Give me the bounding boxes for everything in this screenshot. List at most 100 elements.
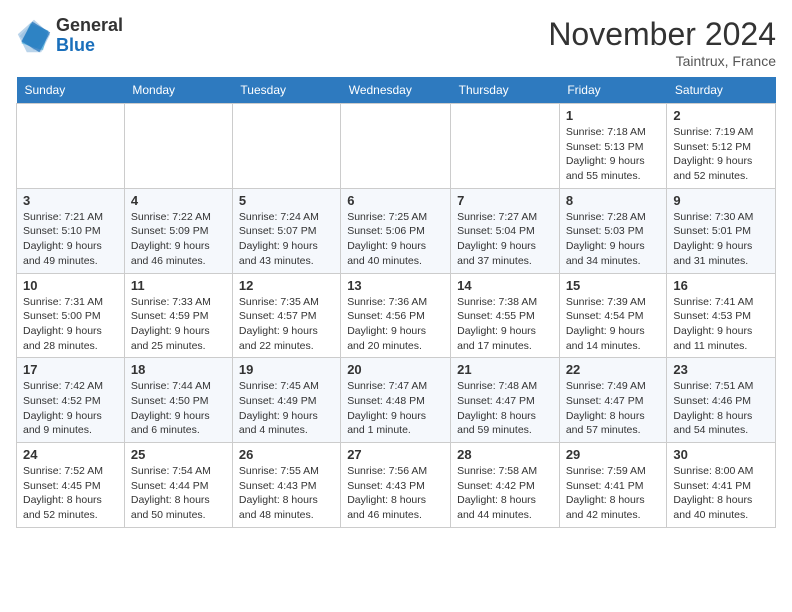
- calendar-cell: 19 Sunrise: 7:45 AMSunset: 4:49 PMDayligh…: [232, 358, 340, 443]
- day-info: Sunrise: 7:52 AMSunset: 4:45 PMDaylight:…: [23, 464, 118, 523]
- weekday-header: Thursday: [451, 77, 560, 104]
- calendar-cell: 7 Sunrise: 7:27 AMSunset: 5:04 PMDaylight…: [451, 188, 560, 273]
- day-number: 2: [673, 108, 769, 123]
- calendar-cell: 29 Sunrise: 7:59 AMSunset: 4:41 PMDayligh…: [559, 443, 667, 528]
- calendar-cell: 14 Sunrise: 7:38 AMSunset: 4:55 PMDayligh…: [451, 273, 560, 358]
- day-info: Sunrise: 7:33 AMSunset: 4:59 PMDaylight:…: [131, 295, 226, 354]
- calendar-cell: 4 Sunrise: 7:22 AMSunset: 5:09 PMDaylight…: [124, 188, 232, 273]
- day-info: Sunrise: 7:28 AMSunset: 5:03 PMDaylight:…: [566, 210, 661, 269]
- day-number: 7: [457, 193, 553, 208]
- day-number: 28: [457, 447, 553, 462]
- day-info: Sunrise: 7:55 AMSunset: 4:43 PMDaylight:…: [239, 464, 334, 523]
- calendar-cell: 15 Sunrise: 7:39 AMSunset: 4:54 PMDayligh…: [559, 273, 667, 358]
- calendar-cell: 20 Sunrise: 7:47 AMSunset: 4:48 PMDayligh…: [341, 358, 451, 443]
- day-info: Sunrise: 7:41 AMSunset: 4:53 PMDaylight:…: [673, 295, 769, 354]
- day-info: Sunrise: 8:00 AMSunset: 4:41 PMDaylight:…: [673, 464, 769, 523]
- day-info: Sunrise: 7:27 AMSunset: 5:04 PMDaylight:…: [457, 210, 553, 269]
- logo-text: General Blue: [56, 16, 123, 56]
- calendar-cell: 18Sunrise: 7:44 AMSunset: 4:50 PMDayligh…: [124, 358, 232, 443]
- day-number: 19: [239, 362, 334, 377]
- day-number: 20: [347, 362, 444, 377]
- day-info: Sunrise: 7:38 AMSunset: 4:55 PMDaylight:…: [457, 295, 553, 354]
- day-number: 14: [457, 278, 553, 293]
- day-number: 23: [673, 362, 769, 377]
- calendar-cell: [17, 104, 125, 189]
- day-info: Sunrise: 7:18 AMSunset: 5:13 PMDaylight:…: [566, 125, 661, 184]
- calendar-cell: 24Sunrise: 7:52 AMSunset: 4:45 PMDayligh…: [17, 443, 125, 528]
- weekday-header: Saturday: [667, 77, 776, 104]
- day-number: 9: [673, 193, 769, 208]
- calendar-week-row: 10Sunrise: 7:31 AMSunset: 5:00 PMDayligh…: [17, 273, 776, 358]
- day-info: Sunrise: 7:48 AMSunset: 4:47 PMDaylight:…: [457, 379, 553, 438]
- calendar-cell: 25 Sunrise: 7:54 AMSunset: 4:44 PMDayligh…: [124, 443, 232, 528]
- day-number: 17: [23, 362, 118, 377]
- day-info: Sunrise: 7:58 AMSunset: 4:42 PMDaylight:…: [457, 464, 553, 523]
- day-number: 11: [131, 278, 226, 293]
- page-header: General Blue November 2024 Taintrux, Fra…: [16, 16, 776, 69]
- day-number: 26: [239, 447, 334, 462]
- day-number: 25: [131, 447, 226, 462]
- calendar-week-row: 3 Sunrise: 7:21 AMSunset: 5:10 PMDaylight…: [17, 188, 776, 273]
- calendar-cell: 30Sunrise: 8:00 AMSunset: 4:41 PMDayligh…: [667, 443, 776, 528]
- weekday-header: Friday: [559, 77, 667, 104]
- day-info: Sunrise: 7:39 AMSunset: 4:54 PMDaylight:…: [566, 295, 661, 354]
- day-number: 8: [566, 193, 661, 208]
- calendar-cell: 28 Sunrise: 7:58 AMSunset: 4:42 PMDayligh…: [451, 443, 560, 528]
- calendar-cell: 6 Sunrise: 7:25 AMSunset: 5:06 PMDaylight…: [341, 188, 451, 273]
- calendar-cell: 16 Sunrise: 7:41 AMSunset: 4:53 PMDayligh…: [667, 273, 776, 358]
- day-number: 3: [23, 193, 118, 208]
- calendar-week-row: 1Sunrise: 7:18 AMSunset: 5:13 PMDaylight…: [17, 104, 776, 189]
- day-number: 29: [566, 447, 661, 462]
- day-number: 10: [23, 278, 118, 293]
- day-info: Sunrise: 7:56 AMSunset: 4:43 PMDaylight:…: [347, 464, 444, 523]
- calendar-cell: 5 Sunrise: 7:24 AMSunset: 5:07 PMDaylight…: [232, 188, 340, 273]
- day-info: Sunrise: 7:47 AMSunset: 4:48 PMDaylight:…: [347, 379, 444, 438]
- day-number: 5: [239, 193, 334, 208]
- calendar-cell: [124, 104, 232, 189]
- calendar-week-row: 17 Sunrise: 7:42 AMSunset: 4:52 PMDayligh…: [17, 358, 776, 443]
- day-number: 27: [347, 447, 444, 462]
- calendar-cell: 13 Sunrise: 7:36 AMSunset: 4:56 PMDayligh…: [341, 273, 451, 358]
- calendar-cell: 23 Sunrise: 7:51 AMSunset: 4:46 PMDayligh…: [667, 358, 776, 443]
- day-number: 21: [457, 362, 553, 377]
- day-info: Sunrise: 7:42 AMSunset: 4:52 PMDaylight:…: [23, 379, 118, 438]
- day-number: 6: [347, 193, 444, 208]
- weekday-header: Wednesday: [341, 77, 451, 104]
- calendar-table: SundayMondayTuesdayWednesdayThursdayFrid…: [16, 77, 776, 528]
- calendar-cell: 9Sunrise: 7:30 AMSunset: 5:01 PMDaylight…: [667, 188, 776, 273]
- day-info: Sunrise: 7:44 AMSunset: 4:50 PMDaylight:…: [131, 379, 226, 438]
- calendar-cell: 1Sunrise: 7:18 AMSunset: 5:13 PMDaylight…: [559, 104, 667, 189]
- day-info: Sunrise: 7:22 AMSunset: 5:09 PMDaylight:…: [131, 210, 226, 269]
- day-info: Sunrise: 7:36 AMSunset: 4:56 PMDaylight:…: [347, 295, 444, 354]
- day-info: Sunrise: 7:59 AMSunset: 4:41 PMDaylight:…: [566, 464, 661, 523]
- day-number: 4: [131, 193, 226, 208]
- day-info: Sunrise: 7:49 AMSunset: 4:47 PMDaylight:…: [566, 379, 661, 438]
- day-info: Sunrise: 7:54 AMSunset: 4:44 PMDaylight:…: [131, 464, 226, 523]
- weekday-header: Tuesday: [232, 77, 340, 104]
- day-number: 13: [347, 278, 444, 293]
- title-area: November 2024 Taintrux, France: [548, 16, 776, 69]
- day-number: 16: [673, 278, 769, 293]
- day-info: Sunrise: 7:25 AMSunset: 5:06 PMDaylight:…: [347, 210, 444, 269]
- day-number: 15: [566, 278, 661, 293]
- calendar-cell: 22Sunrise: 7:49 AMSunset: 4:47 PMDayligh…: [559, 358, 667, 443]
- calendar-cell: 21 Sunrise: 7:48 AMSunset: 4:47 PMDayligh…: [451, 358, 560, 443]
- weekday-header: Sunday: [17, 77, 125, 104]
- month-title: November 2024: [548, 16, 776, 53]
- calendar-cell: 26 Sunrise: 7:55 AMSunset: 4:43 PMDayligh…: [232, 443, 340, 528]
- day-info: Sunrise: 7:35 AMSunset: 4:57 PMDaylight:…: [239, 295, 334, 354]
- day-info: Sunrise: 7:45 AMSunset: 4:49 PMDaylight:…: [239, 379, 334, 438]
- calendar-cell: 11 Sunrise: 7:33 AMSunset: 4:59 PMDayligh…: [124, 273, 232, 358]
- day-number: 12: [239, 278, 334, 293]
- day-info: Sunrise: 7:24 AMSunset: 5:07 PMDaylight:…: [239, 210, 334, 269]
- day-info: Sunrise: 7:19 AMSunset: 5:12 PMDaylight:…: [673, 125, 769, 184]
- calendar-cell: [451, 104, 560, 189]
- day-info: Sunrise: 7:51 AMSunset: 4:46 PMDaylight:…: [673, 379, 769, 438]
- calendar-cell: [232, 104, 340, 189]
- day-info: Sunrise: 7:21 AMSunset: 5:10 PMDaylight:…: [23, 210, 118, 269]
- calendar-cell: 8 Sunrise: 7:28 AMSunset: 5:03 PMDaylight…: [559, 188, 667, 273]
- calendar-cell: 17 Sunrise: 7:42 AMSunset: 4:52 PMDayligh…: [17, 358, 125, 443]
- calendar-cell: [341, 104, 451, 189]
- calendar-header-row: SundayMondayTuesdayWednesdayThursdayFrid…: [17, 77, 776, 104]
- calendar-cell: 2 Sunrise: 7:19 AMSunset: 5:12 PMDaylight…: [667, 104, 776, 189]
